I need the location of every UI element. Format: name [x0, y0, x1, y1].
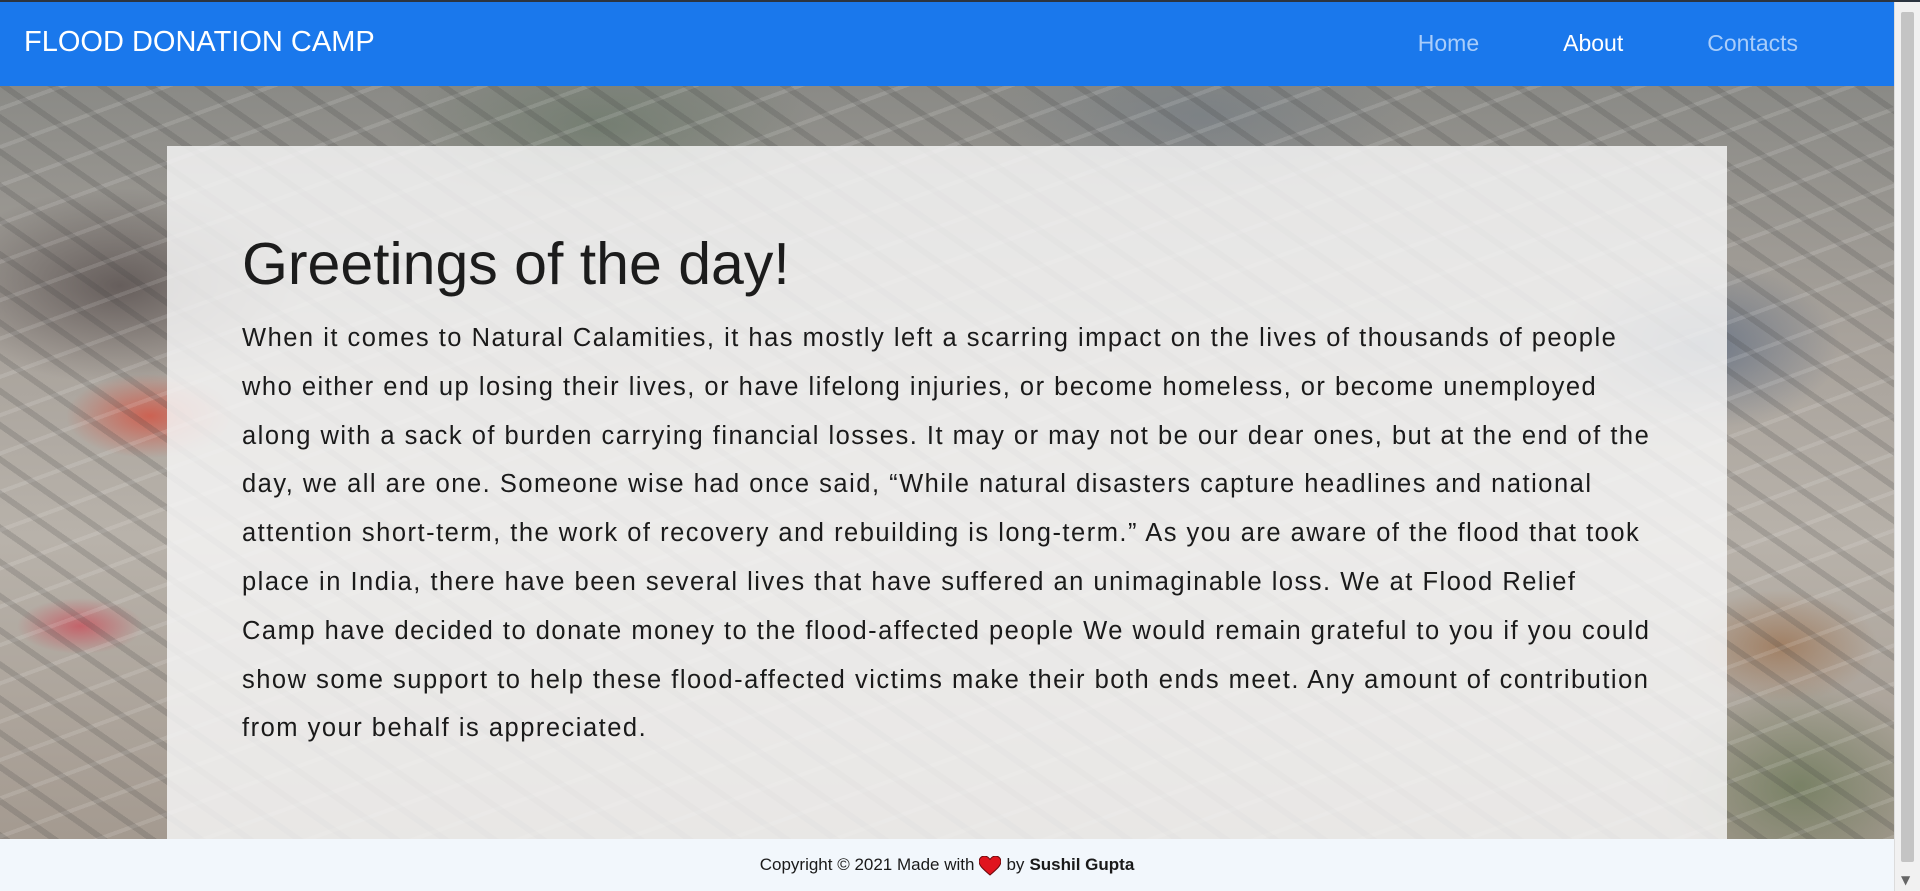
scrollbar[interactable]: ▼: [1894, 2, 1920, 891]
heart-icon: [978, 855, 1002, 876]
intro-paragraph: When it comes to Natural Calamities, it …: [242, 324, 1651, 743]
nav-link-home[interactable]: Home: [1418, 30, 1479, 57]
nav-links: Home About Contacts: [1418, 30, 1798, 57]
author-name: Sushil Gupta: [1029, 855, 1135, 874]
copyright-text: Copyright © 2021 Made with: [759, 855, 975, 874]
nav-link-contacts[interactable]: Contacts: [1707, 30, 1798, 57]
content-panel: Greetings of the day! When it comes to N…: [167, 146, 1727, 839]
footer-by-text: by: [1006, 855, 1025, 874]
brand-logo[interactable]: FLOOD DONATION CAMP: [24, 26, 375, 59]
navbar: FLOOD DONATION CAMP Home About Contacts: [0, 2, 1894, 86]
footer: Copyright © 2021 Made with by Sushil Gup…: [0, 839, 1894, 891]
nav-link-about[interactable]: About: [1563, 30, 1623, 57]
scroll-thumb[interactable]: [1901, 12, 1914, 862]
page-heading: Greetings of the day!: [242, 231, 790, 297]
chevron-down-icon[interactable]: ▼: [1901, 873, 1910, 887]
